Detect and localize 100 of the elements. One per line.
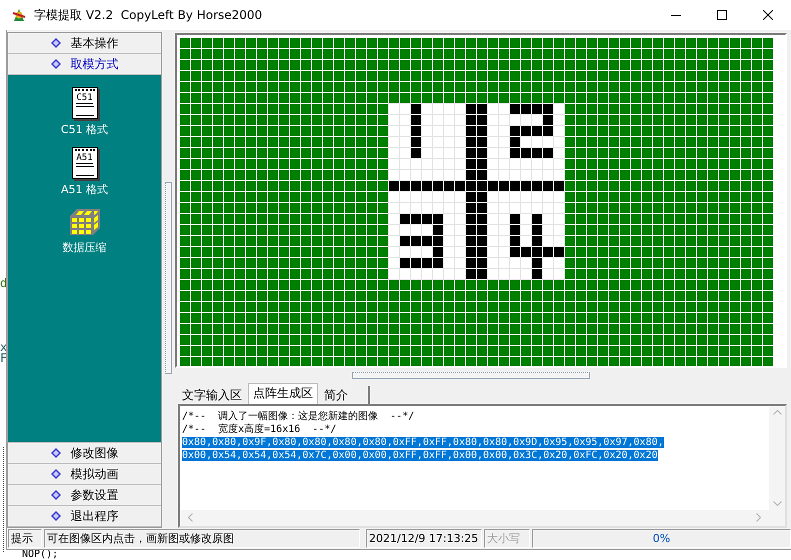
pixel[interactable] [532,148,542,158]
pixel[interactable] [510,137,520,147]
pixel[interactable] [400,137,410,147]
pixel[interactable] [554,236,564,246]
pixel[interactable] [389,148,399,158]
pixel[interactable] [389,225,399,235]
pixel[interactable] [400,236,410,246]
pixel[interactable] [455,181,465,191]
pixel[interactable] [433,126,443,136]
pixel[interactable] [477,203,487,213]
pixel[interactable] [488,170,498,180]
pixel[interactable] [411,269,421,279]
pixel[interactable] [455,225,465,235]
pixel[interactable] [444,269,454,279]
pixel[interactable] [554,247,564,257]
pixel[interactable] [521,115,531,125]
pixel[interactable] [466,159,476,169]
pixel[interactable] [499,104,509,114]
pixel[interactable] [411,203,421,213]
pixel[interactable] [466,181,476,191]
pixel[interactable] [543,214,553,224]
pixel[interactable] [466,225,476,235]
pixel[interactable] [532,115,542,125]
pixel[interactable] [499,115,509,125]
pixel[interactable] [554,214,564,224]
pixel[interactable] [389,203,399,213]
pixel[interactable] [521,258,531,268]
pixel[interactable] [455,159,465,169]
pixel[interactable] [433,269,443,279]
pixel[interactable] [543,203,553,213]
pixel[interactable] [466,192,476,202]
pixel[interactable] [389,269,399,279]
tool-item[interactable]: C51 C51 格式 [60,87,108,137]
pixel[interactable] [433,258,443,268]
pixel[interactable] [466,115,476,125]
pixel[interactable] [477,148,487,158]
pixel[interactable] [510,104,520,114]
pixel[interactable] [455,137,465,147]
pixel[interactable] [444,126,454,136]
pixel[interactable] [521,159,531,169]
pixel[interactable] [488,137,498,147]
pixel[interactable] [488,236,498,246]
pixel[interactable] [411,137,421,147]
pixel[interactable] [499,203,509,213]
pixel[interactable] [499,181,509,191]
pixel[interactable] [488,148,498,158]
pixel[interactable] [521,269,531,279]
pixel[interactable] [444,214,454,224]
pixel[interactable] [466,236,476,246]
pixel[interactable] [499,192,509,202]
pixel[interactable] [510,181,520,191]
pixel[interactable] [389,126,399,136]
pixel[interactable] [488,225,498,235]
pixel[interactable] [543,236,553,246]
pixel[interactable] [554,192,564,202]
pixel[interactable] [466,104,476,114]
pixel[interactable] [521,137,531,147]
pixel[interactable] [499,214,509,224]
pixel[interactable] [422,225,432,235]
pixel[interactable] [488,247,498,257]
pixel[interactable] [411,258,421,268]
pixel[interactable] [488,269,498,279]
scroll-left-icon[interactable] [188,513,193,522]
pixel[interactable] [411,192,421,202]
pixel[interactable] [455,170,465,180]
pixel[interactable] [554,203,564,213]
scroll-down-icon[interactable] [772,500,782,506]
pixel[interactable] [389,236,399,246]
pixel[interactable] [466,148,476,158]
pixel[interactable] [466,203,476,213]
pixel[interactable] [400,126,410,136]
pixel[interactable] [521,148,531,158]
pixel[interactable] [411,104,421,114]
pixel[interactable] [543,159,553,169]
pixel[interactable] [532,137,542,147]
pixel[interactable] [532,225,542,235]
pixel[interactable] [455,247,465,257]
pixel[interactable] [444,236,454,246]
pixel[interactable] [521,170,531,180]
pixel[interactable] [499,236,509,246]
pixel[interactable] [433,148,443,158]
pixel[interactable] [543,225,553,235]
pixel[interactable] [455,148,465,158]
pixel[interactable] [389,258,399,268]
pixel[interactable] [488,104,498,114]
pixel[interactable] [433,225,443,235]
pixel[interactable] [543,269,553,279]
pixel[interactable] [488,126,498,136]
pixel[interactable] [499,225,509,235]
pixel[interactable] [444,104,454,114]
pixel[interactable] [400,247,410,257]
pixel[interactable] [400,214,410,224]
pixel[interactable] [488,214,498,224]
pixel[interactable] [433,214,443,224]
horizontal-scrollbar[interactable] [180,510,769,526]
pixel[interactable] [422,159,432,169]
pixel[interactable] [422,258,432,268]
pixel[interactable] [444,258,454,268]
pixel[interactable] [543,115,553,125]
pixel[interactable] [411,148,421,158]
